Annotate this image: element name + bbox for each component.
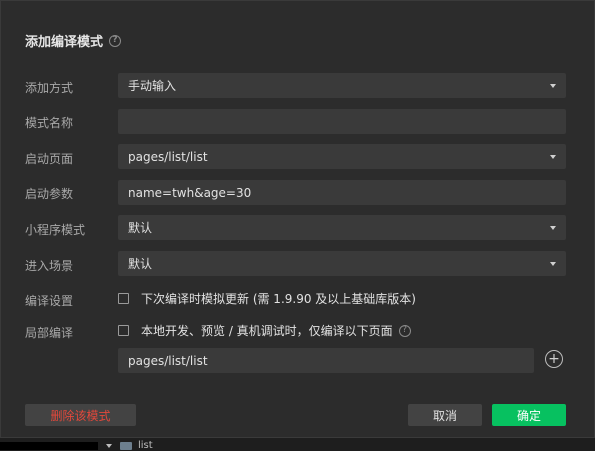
compile-settings-label: 编译设置 bbox=[25, 294, 74, 308]
enter-scene-value: 默认 bbox=[128, 257, 153, 271]
partial-compile-checkbox[interactable] bbox=[118, 325, 129, 336]
miniprogram-mode-value: 默认 bbox=[128, 221, 153, 235]
partial-compile-text: 本地开发、预览 / 真机调试时，仅编译以下页面 bbox=[141, 324, 393, 338]
dialog-title: 添加编译模式 ? bbox=[25, 31, 122, 50]
background-bar bbox=[0, 442, 98, 450]
start-params-label: 启动参数 bbox=[25, 187, 74, 201]
tree-item-label: list bbox=[138, 440, 153, 451]
delete-mode-button[interactable]: 删除该模式 bbox=[25, 404, 136, 426]
add-method-label: 添加方式 bbox=[25, 81, 74, 95]
start-params-input[interactable]: name=twh&age=30 bbox=[118, 180, 566, 205]
add-method-select[interactable]: 手动输入 bbox=[118, 73, 566, 98]
chevron-down-icon bbox=[550, 226, 556, 230]
simulate-update-text: 下次编译时模拟更新 (需 1.9.90 及以上基础库版本) bbox=[141, 292, 416, 306]
chevron-down-icon bbox=[106, 443, 112, 448]
enter-scene-label: 进入场景 bbox=[25, 259, 74, 273]
simulate-update-checkbox[interactable] bbox=[118, 293, 129, 304]
partial-compile-label: 局部编译 bbox=[25, 326, 74, 340]
folder-icon bbox=[120, 441, 132, 450]
add-page-plus-icon[interactable]: + bbox=[545, 350, 563, 368]
start-page-label: 启动页面 bbox=[25, 152, 74, 166]
mode-name-label: 模式名称 bbox=[25, 116, 74, 130]
chevron-down-icon bbox=[550, 155, 556, 159]
tree-item-list[interactable]: list bbox=[106, 440, 153, 451]
ok-button[interactable]: 确定 bbox=[492, 404, 566, 426]
mode-name-input[interactable] bbox=[118, 109, 566, 134]
help-icon[interactable]: ? bbox=[109, 34, 122, 47]
simulate-update-option[interactable]: 下次编译时模拟更新 (需 1.9.90 及以上基础库版本) bbox=[118, 290, 416, 307]
add-compile-mode-dialog: 添加编译模式 ? 添加方式 手动输入 模式名称 启动页面 pages/list/… bbox=[0, 0, 595, 438]
background-panel: list bbox=[0, 438, 595, 451]
cancel-button[interactable]: 取消 bbox=[408, 404, 482, 426]
miniprogram-mode-label: 小程序模式 bbox=[25, 223, 86, 237]
enter-scene-select[interactable]: 默认 bbox=[118, 251, 566, 276]
partial-compile-page-input[interactable]: pages/list/list bbox=[118, 348, 534, 373]
start-page-value: pages/list/list bbox=[128, 149, 208, 164]
add-method-value: 手动输入 bbox=[128, 79, 177, 93]
chevron-down-icon bbox=[550, 84, 556, 88]
partial-compile-page-value: pages/list/list bbox=[128, 353, 208, 368]
chevron-down-icon bbox=[550, 262, 556, 266]
dialog-title-text: 添加编译模式 bbox=[25, 35, 104, 50]
miniprogram-mode-select[interactable]: 默认 bbox=[118, 215, 566, 240]
start-params-value: name=twh&age=30 bbox=[128, 185, 252, 200]
partial-compile-option[interactable]: 本地开发、预览 / 真机调试时，仅编译以下页面 ? bbox=[118, 322, 411, 339]
help-icon[interactable]: ? bbox=[398, 324, 411, 337]
start-page-select[interactable]: pages/list/list bbox=[118, 144, 566, 169]
